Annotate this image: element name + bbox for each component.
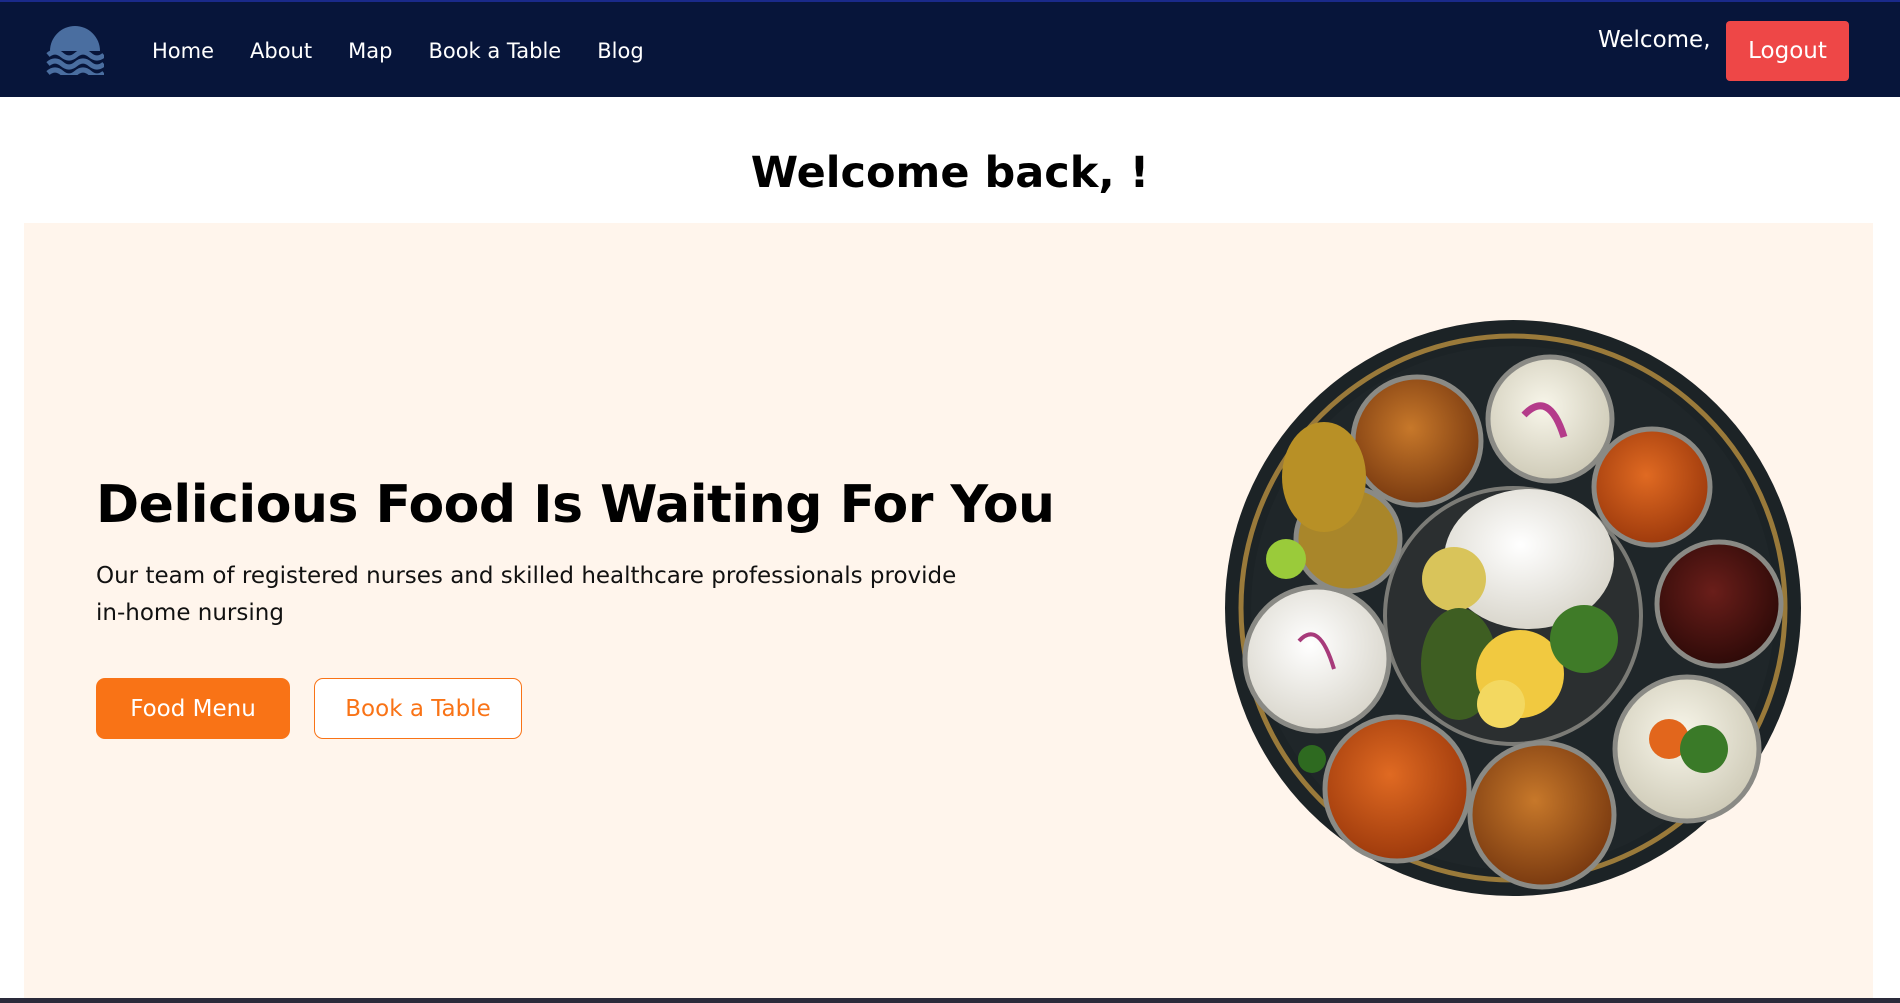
logout-button[interactable]: Logout <box>1726 21 1849 81</box>
window-bottom-edge <box>0 998 1900 1003</box>
navbar: Home About Map Book a Table Blog Welcome… <box>0 0 1900 97</box>
page-title: Welcome back, ! <box>750 148 1150 198</box>
book-table-button[interactable]: Book a Table <box>314 678 522 739</box>
wave-sun-logo-icon[interactable] <box>46 25 104 75</box>
hero-description: Our team of registered nurses and skille… <box>96 563 957 626</box>
nav-link-about[interactable]: About <box>250 39 312 63</box>
nav-link-book-a-table[interactable]: Book a Table <box>428 39 561 63</box>
nav-link-blog[interactable]: Blog <box>597 39 643 63</box>
welcome-user-text: Welcome, <box>1598 27 1711 53</box>
thali-platter-image <box>1225 320 1801 896</box>
food-menu-button[interactable]: Food Menu <box>96 678 290 739</box>
nav-link-home[interactable]: Home <box>152 39 214 63</box>
hero-heading: Delicious Food Is Waiting For You <box>96 475 1055 535</box>
hero-section: Delicious Food Is Waiting For You Our te… <box>24 223 1873 1003</box>
main-nav: Home About Map Book a Table Blog <box>152 2 680 99</box>
nav-link-map[interactable]: Map <box>348 39 392 63</box>
